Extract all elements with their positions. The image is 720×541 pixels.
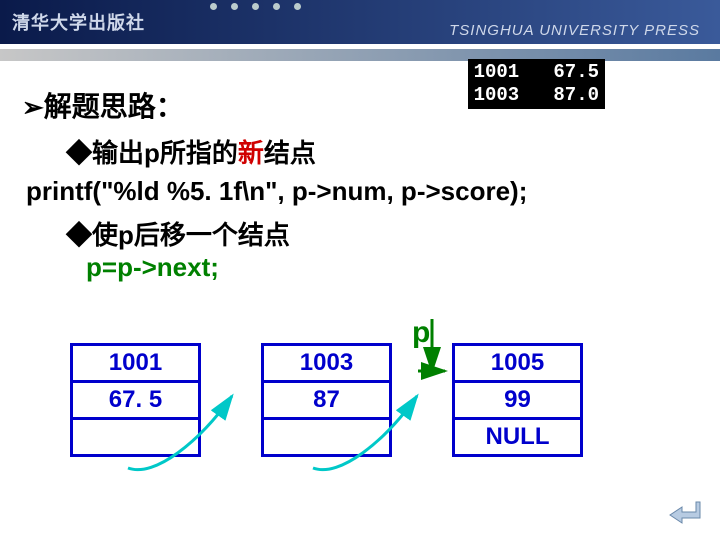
console-output: 1001 67.5 1003 87.0 bbox=[468, 59, 605, 109]
node-3: 1005 99 NULL bbox=[452, 343, 583, 457]
node-next bbox=[73, 417, 198, 454]
decorative-dots bbox=[210, 3, 301, 10]
code-printf: printf("%ld %5. 1f\n", p->num, p->score)… bbox=[26, 176, 698, 207]
diamond-icon: ◆ bbox=[66, 138, 92, 168]
console-line-2: 1003 87.0 bbox=[474, 84, 599, 106]
sub1-prefix: 输出p所指的 bbox=[92, 138, 238, 168]
sub-bullet-2: ◆使p后移一个结点 bbox=[66, 215, 698, 252]
divider-gradient bbox=[0, 49, 720, 61]
node-num: 1001 bbox=[73, 346, 198, 380]
sub2-text: 使p后移一个结点 bbox=[92, 220, 290, 250]
node-score: 99 bbox=[455, 380, 580, 417]
node-2: 1003 87 bbox=[261, 343, 392, 457]
heading-text: 解题思路： bbox=[44, 91, 184, 122]
arrowhead-icon: ➢ bbox=[22, 92, 44, 122]
diamond-icon: ◆ bbox=[66, 220, 92, 250]
sub1-highlight: 新 bbox=[238, 138, 264, 168]
press-text: TSINGHUA UNIVERSITY PRESS bbox=[449, 22, 700, 39]
sub1-suffix: 结点 bbox=[264, 138, 316, 168]
node-next bbox=[264, 417, 389, 454]
console-line-1: 1001 67.5 bbox=[474, 61, 599, 83]
node-score: 87 bbox=[264, 380, 389, 417]
linked-list: 1001 67. 5 1003 87 1005 99 NULL bbox=[70, 343, 698, 457]
return-icon[interactable] bbox=[668, 498, 704, 528]
node-num: 1005 bbox=[455, 346, 580, 380]
node-num: 1003 bbox=[264, 346, 389, 380]
node-next: NULL bbox=[455, 417, 580, 454]
brand-text: 清华大学出版社 bbox=[12, 9, 145, 35]
node-1: 1001 67. 5 bbox=[70, 343, 201, 457]
node-score: 67. 5 bbox=[73, 380, 198, 417]
sub-bullet-1: ◆输出p所指的新结点 bbox=[66, 133, 698, 170]
code-pnext: p=p->next; bbox=[86, 252, 698, 283]
slide-content: 1001 67.5 1003 87.0 ➢解题思路： ◆输出p所指的新结点 pr… bbox=[0, 61, 720, 471]
header-bar: 清华大学出版社 TSINGHUA UNIVERSITY PRESS bbox=[0, 0, 720, 44]
